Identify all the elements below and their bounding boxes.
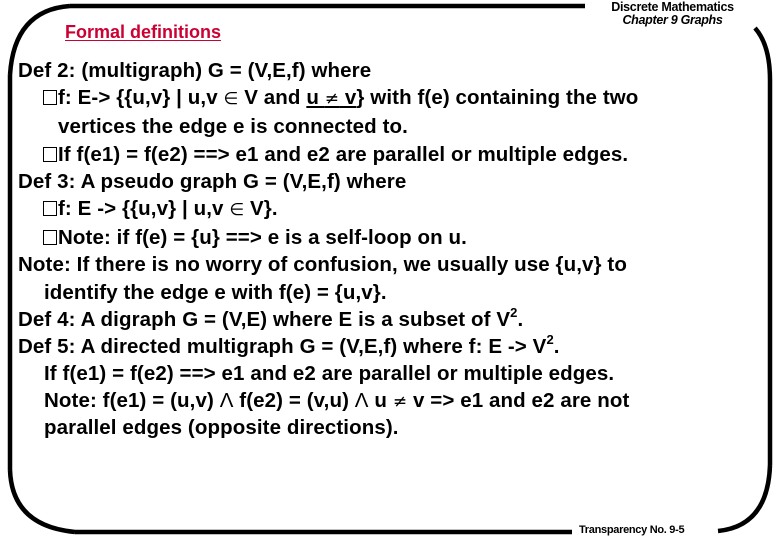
def2-heading: Def 2: (multigraph) G = (V,E,f) where [18,59,372,82]
frame-bottom-right-arc [717,464,773,534]
text: Note: if f(e) = {u} ==> e is a self-loop… [58,226,467,250]
not-equal-symbol: ≠ [392,392,408,413]
chapter-title: Chapter 9 Graphs [622,13,723,27]
def5-line: Def 5: A directed multigraph G = (V,E,f)… [18,333,758,360]
text: u [306,86,325,110]
checkbox-bullet-icon [43,230,57,246]
underlined-inequality: u ≠ v [306,86,356,109]
slide-content: Def 2: (multigraph) G = (V,E,f) where f:… [18,57,758,439]
text: Def 5: A directed multigraph G = (V,E,f)… [18,335,547,359]
text: f(e2) = (v,u) [233,389,355,413]
text: If f(e1) = f(e2) ==> e1 and e2 are paral… [58,142,629,166]
element-of-symbol: ∈ [223,89,239,110]
checkbox-bullet-icon [43,201,57,217]
not-equal-symbol: ≠ [324,89,340,110]
def5-note-continuation: parallel edges (opposite directions). [44,415,399,439]
superscript: 2 [546,332,554,348]
text: v => e1 and e2 are not [407,389,630,413]
element-of-symbol: ∈ [229,200,245,221]
def2-bullet-1-continuation: vertices the edge e is connected to. [58,115,408,139]
frame-bottom-left-arc [7,469,76,535]
checkbox-bullet-icon [43,90,57,106]
text: f: E-> {{u,v} | u,v [58,86,224,110]
def2-bullet-2: If f(e1) = f(e2) ==> e1 and e2 are paral… [18,141,758,168]
logical-and-symbol: Λ [354,389,369,413]
text: f: E -> {{u,v} | u,v [58,197,230,221]
slide-header: Discrete Mathematics Chapter 9 Graphs [560,1,780,27]
text: . [553,335,560,359]
text: } with f(e) containing the two [356,86,639,110]
note-line-2: identify the edge e with f(e) = {u,v}. [44,280,387,304]
text: Note: f(e1) = (u,v) [44,389,220,413]
section-title: Formal definitions [65,22,222,42]
def3-bullet-1: f: E -> {{u,v} | u,v ∈ V}. [18,195,758,224]
text: Def 4: A digraph G = (V,E) where E is a … [18,307,511,331]
text: V}. [244,197,278,221]
def3-heading: Def 3: A pseudo graph G = (V,E,f) where [18,169,407,193]
note-line-1: Note: If there is no worry of confusion,… [18,253,627,277]
text: . [517,307,524,331]
def5-note-line: Note: f(e1) = (u,v) Λ f(e2) = (v,u) Λ u … [18,387,758,416]
logical-and-symbol: Λ [219,389,234,413]
def2-bullet-1: f: E-> {{u,v} | u,v ∈ V and u ≠ v} with … [18,84,758,113]
transparency-number: Transparency No. 9-5 [575,524,689,536]
text: V and [238,86,307,110]
def4-line: Def 4: A digraph G = (V,E) where E is a … [18,306,758,333]
def3-bullet-2: Note: if f(e) = {u} ==> e is a self-loop… [18,224,758,251]
text: v [339,86,357,110]
text: u [368,389,393,413]
def5-parallel-line: If f(e1) = f(e2) ==> e1 and e2 are paral… [44,362,615,386]
checkbox-bullet-icon [43,146,57,162]
